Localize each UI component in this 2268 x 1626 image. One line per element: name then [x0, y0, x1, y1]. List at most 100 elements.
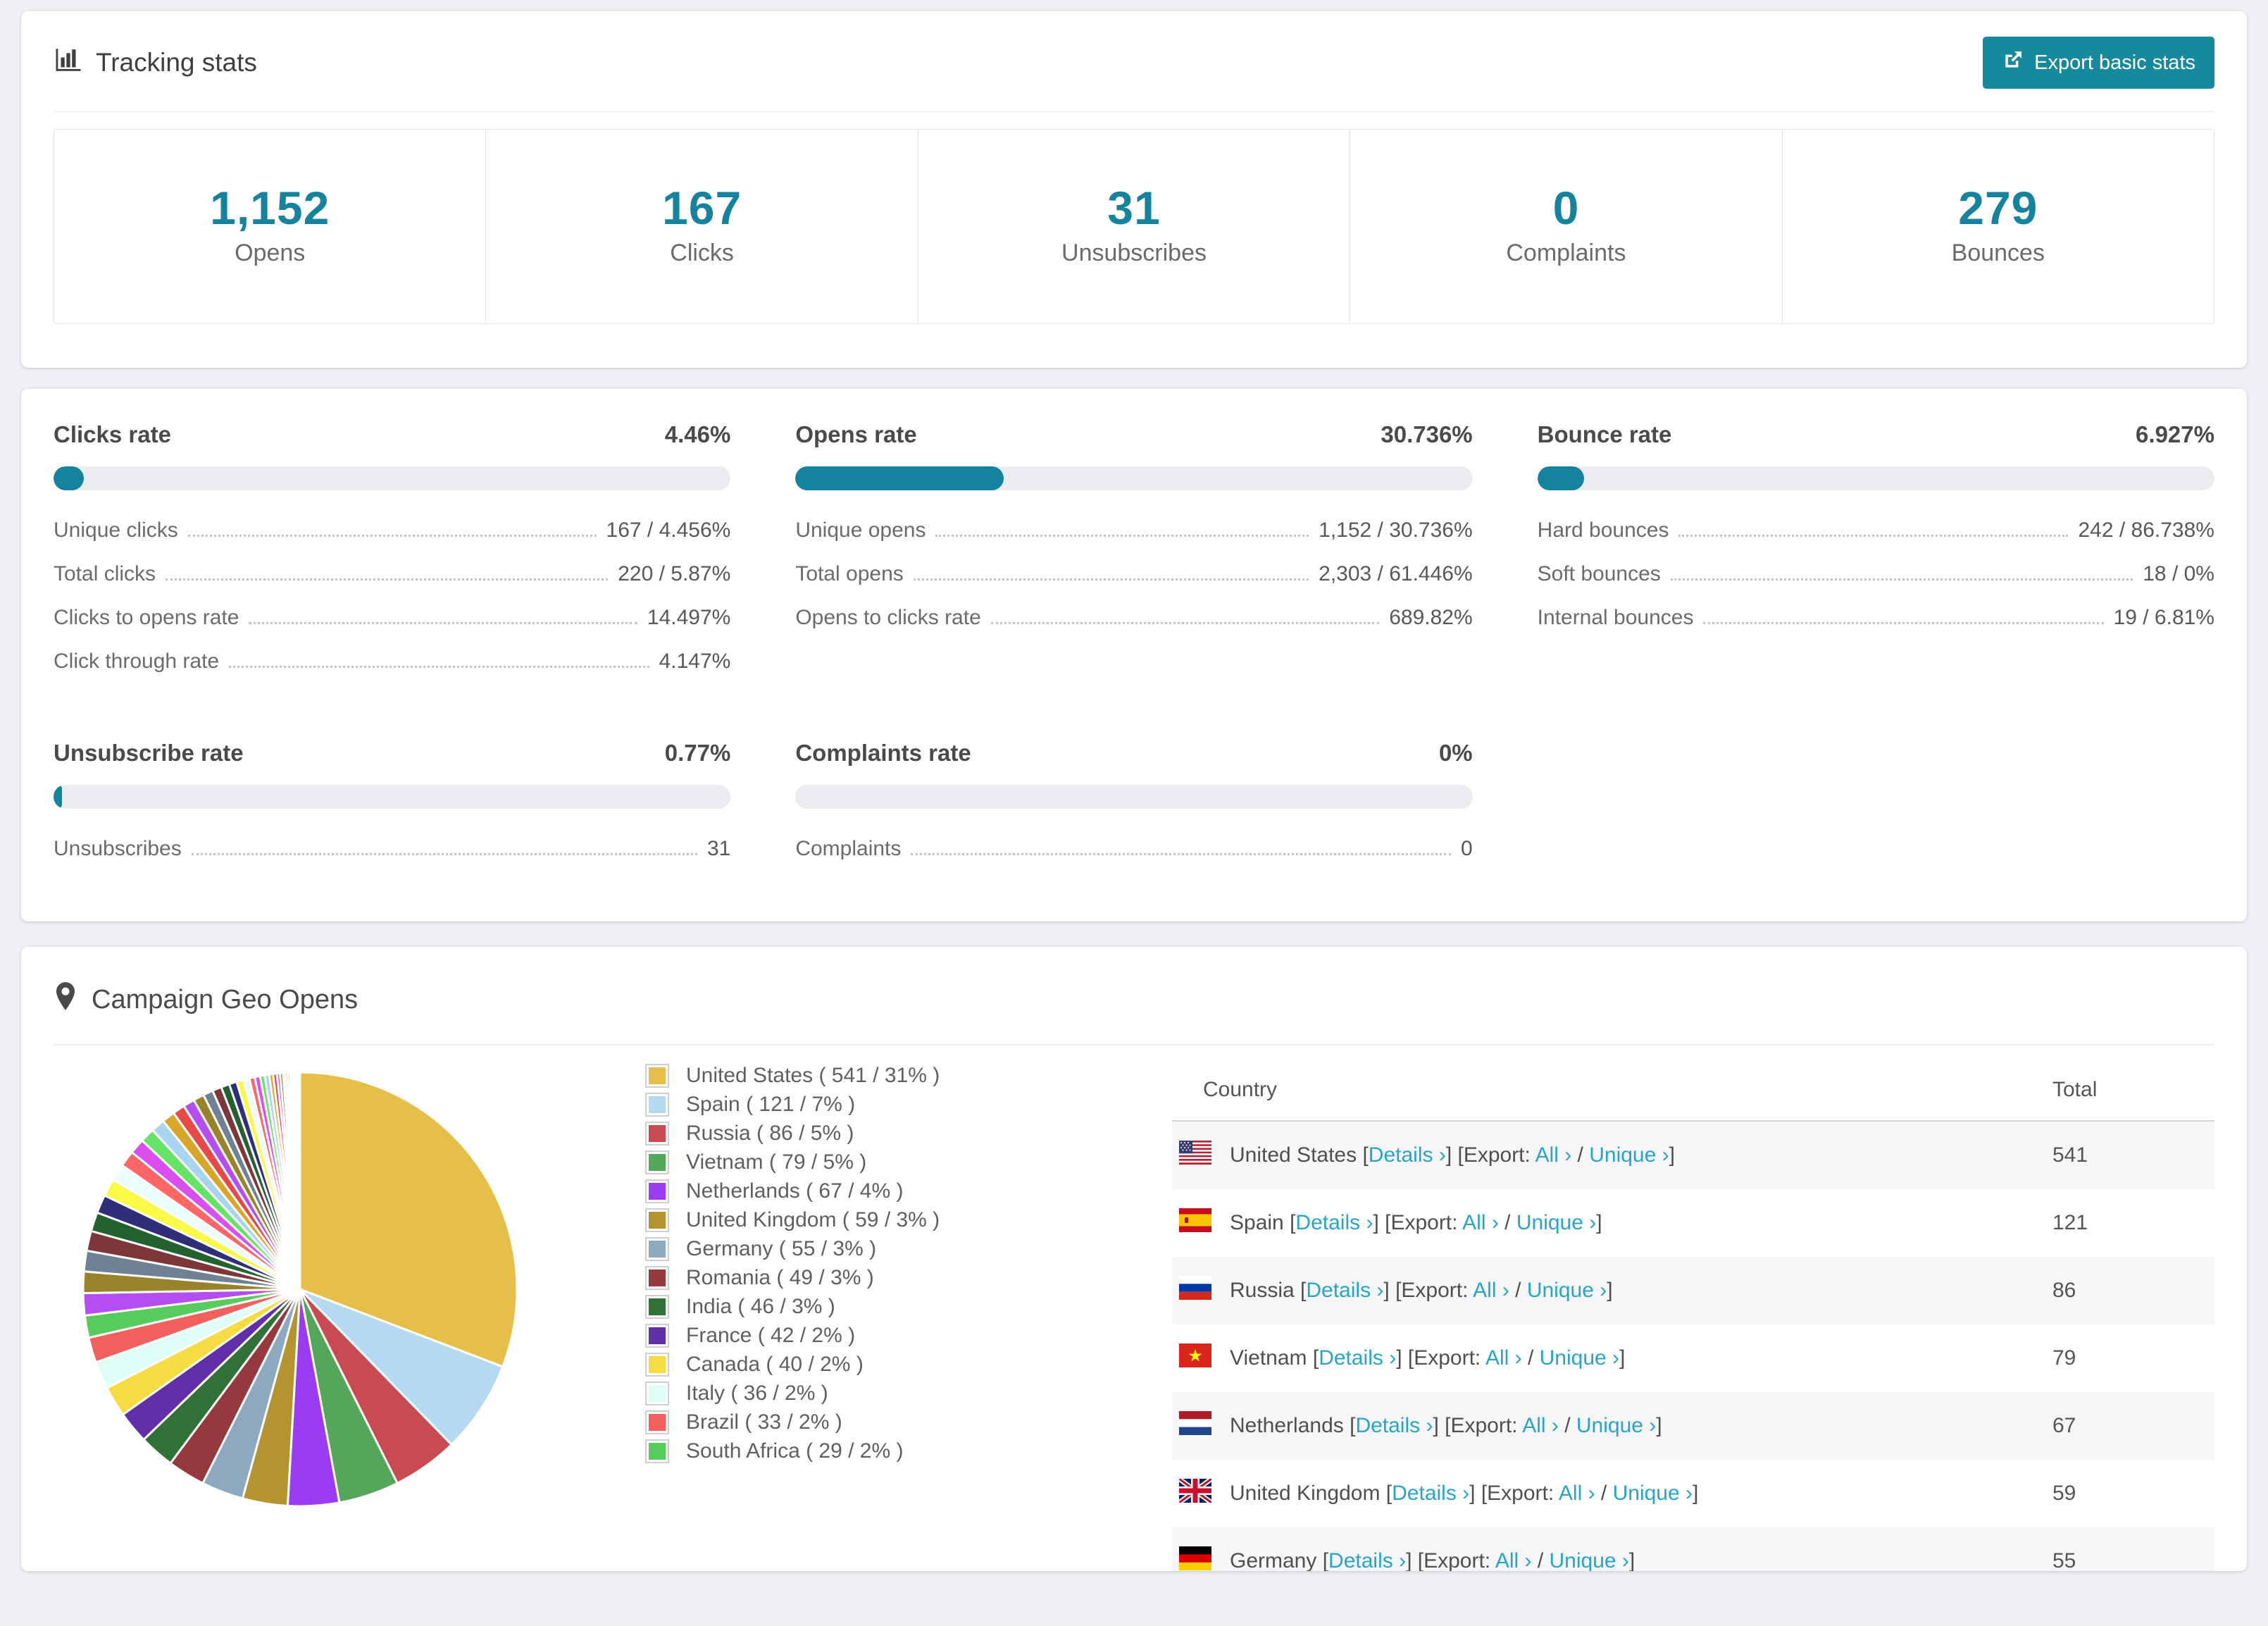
legend-item-netherlands: Netherlands ( 67 / 4% )	[645, 1177, 1068, 1205]
rate-row-label: Opens to clicks rate	[795, 606, 981, 629]
tracking-stats-title-row: Tracking stats	[54, 45, 257, 81]
details-link[interactable]: Details ›	[1319, 1346, 1396, 1370]
legend-label: United States ( 541 / 31% )	[686, 1063, 940, 1087]
legend-swatch	[645, 1294, 669, 1319]
export-all-link[interactable]: All ›	[1462, 1211, 1499, 1234]
details-link[interactable]: Details ›	[1355, 1414, 1433, 1437]
stat-value: 0	[1552, 182, 1580, 234]
rate-row-unsubscribes: Unsubscribes 31	[54, 837, 730, 861]
table-row-spain: Spain [Details ›] [Export: All › / Uniqu…	[1172, 1189, 2214, 1257]
export-unique-link[interactable]: Unique ›	[1576, 1414, 1656, 1437]
export-unique-link[interactable]: Unique ›	[1550, 1549, 1629, 1571]
progress-fill	[795, 466, 1004, 490]
legend-swatch	[645, 1439, 669, 1463]
dotted-leader	[249, 622, 637, 624]
rate-row-hard-bounces: Hard bounces 242 / 86.738%	[1538, 519, 2214, 542]
complaints-rate-block: Complaints rate 0% Complaints 0	[795, 740, 1473, 881]
map-pin-icon	[54, 981, 77, 1019]
legend-label: Brazil ( 33 / 2% )	[686, 1410, 842, 1434]
export-all-link[interactable]: All ›	[1535, 1143, 1572, 1167]
legend-item-united-kingdom: United Kingdom ( 59 / 3% )	[645, 1205, 1068, 1234]
flag-nl-icon	[1179, 1411, 1211, 1441]
export-all-link[interactable]: All ›	[1473, 1279, 1509, 1302]
rate-percent: 4.46%	[664, 421, 731, 447]
legend-swatch	[645, 1063, 669, 1088]
details-link[interactable]: Details ›	[1392, 1482, 1469, 1505]
header-divider	[54, 111, 2214, 112]
flag-de-icon	[1179, 1546, 1211, 1571]
progress-fill	[1537, 466, 1585, 490]
rate-row-value: 14.497%	[647, 606, 731, 629]
country-links: Russia [Details ›] [Export: All › / Uniq…	[1230, 1279, 1613, 1302]
stats-summary-row: 1,152 Opens 167 Clicks 31 Unsubscribes 0 Compla…	[54, 129, 2214, 324]
legend-label: Spain ( 121 / 7% )	[686, 1092, 856, 1116]
rate-row-value: 19 / 6.81%	[2113, 606, 2214, 629]
table-row-united-kingdom: United Kingdom [Details ›] [Export: All …	[1172, 1460, 2214, 1527]
rate-row-label: Hard bounces	[1537, 519, 1669, 542]
export-basic-stats-label: Export basic stats	[2034, 51, 2195, 74]
details-link[interactable]: Details ›	[1306, 1279, 1383, 1302]
export-basic-stats-button[interactable]: Export basic stats	[1983, 37, 2214, 89]
rate-row-label: Internal bounces	[1537, 606, 1694, 629]
details-link[interactable]: Details ›	[1295, 1211, 1373, 1234]
details-link[interactable]: Details ›	[1328, 1549, 1406, 1571]
export-unique-link[interactable]: Unique ›	[1540, 1346, 1619, 1370]
export-all-link[interactable]: All ›	[1495, 1549, 1532, 1571]
legend-swatch	[645, 1323, 669, 1348]
rate-detail-rows: Unique opens 1,152 / 30.736% Total opens 2,…	[795, 519, 1472, 630]
total-column-header: Total	[2052, 1078, 2098, 1101]
table-row-russia: Russia [Details ›] [Export: All › / Uniq…	[1172, 1257, 2214, 1324]
export-all-link[interactable]: All ›	[1559, 1482, 1595, 1505]
legend-swatch	[645, 1208, 669, 1232]
export-all-link[interactable]: All ›	[1485, 1346, 1522, 1370]
flag-us-icon	[1179, 1141, 1211, 1170]
dotted-leader	[1678, 535, 2069, 537]
rate-row-value: 0	[1460, 837, 1473, 860]
legend-swatch	[645, 1092, 669, 1117]
export-unique-link[interactable]: Unique ›	[1516, 1211, 1596, 1234]
legend-item-brazil: Brazil ( 33 / 2% )	[645, 1408, 1068, 1436]
total-cell: 59	[2052, 1482, 2076, 1505]
export-all-link[interactable]: All ›	[1522, 1414, 1559, 1437]
export-unique-link[interactable]: Unique ›	[1589, 1143, 1669, 1167]
rate-title: Unsubscribe rate	[54, 740, 244, 766]
rate-row-total-opens: Total opens 2,303 / 61.446%	[795, 562, 1472, 586]
external-link-icon	[2002, 49, 2024, 77]
rate-detail-rows: Hard bounces 242 / 86.738% Soft bounces 18 …	[1538, 519, 2214, 630]
rate-row-complaints: Complaints 0	[795, 837, 1472, 861]
details-link[interactable]: Details ›	[1369, 1143, 1446, 1167]
rate-row-soft-bounces: Soft bounces 18 / 0%	[1538, 562, 2214, 586]
legend-item-romania: Romania ( 49 / 3% )	[645, 1263, 1068, 1292]
rate-percent: 6.927%	[2136, 421, 2214, 447]
geo-header: Campaign Geo Opens	[54, 975, 2214, 1044]
flag-es-icon	[1179, 1208, 1211, 1238]
opens-rate-progress-bar	[795, 466, 1473, 490]
stat-unsubscribes: 31 Unsubscribes	[917, 130, 1350, 323]
table-row-germany: Germany [Details ›] [Export: All › / Uni…	[1172, 1527, 2214, 1571]
tracking-stats-header: Tracking stats Export basic stats	[54, 37, 2214, 89]
legend-label: Germany ( 55 / 3% )	[686, 1236, 877, 1260]
legend-swatch	[645, 1179, 669, 1203]
geo-header-divider	[54, 1044, 2214, 1045]
stat-clicks: 167 Clicks	[485, 130, 917, 323]
country-links: Netherlands [Details ›] [Export: All › /…	[1230, 1414, 1662, 1437]
rate-title: Clicks rate	[54, 421, 171, 447]
table-body: United States [Details ›] [Export: All ›…	[1172, 1122, 2214, 1571]
legend-label: France ( 42 / 2% )	[686, 1323, 856, 1347]
rate-row-label: Unique clicks	[54, 519, 178, 542]
dotted-leader	[229, 666, 649, 668]
legend-label: Vietnam ( 79 / 5% )	[686, 1150, 867, 1174]
legend-swatch	[645, 1236, 669, 1261]
legend-label: Canada ( 40 / 2% )	[686, 1352, 864, 1376]
stat-value: 167	[662, 182, 742, 234]
legend-label: South Africa ( 29 / 2% )	[686, 1439, 904, 1463]
pie-slice-other-42[interactable]	[298, 1071, 301, 1290]
export-unique-link[interactable]: Unique ›	[1527, 1279, 1607, 1302]
country-cell: Spain [Details ›] [Export: All › / Uniqu…	[1172, 1208, 2052, 1238]
rate-row-label: Total opens	[795, 562, 904, 585]
stat-label: Bounces	[1951, 240, 2045, 266]
export-unique-link[interactable]: Unique ›	[1613, 1482, 1693, 1505]
total-cell: 121	[2052, 1211, 2088, 1234]
total-cell: 86	[2052, 1279, 2076, 1302]
rate-percent: 0%	[1438, 740, 1473, 766]
